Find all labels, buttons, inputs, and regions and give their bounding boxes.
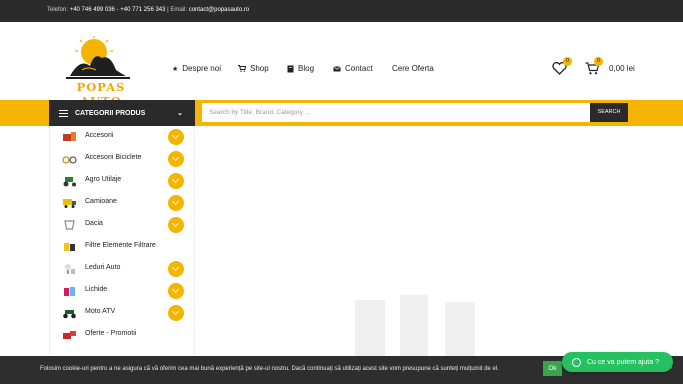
- hamburger-icon: [59, 109, 68, 117]
- cart-button[interactable]: 0: [585, 57, 603, 80]
- dacia-logo-thumbnail-icon: [64, 220, 75, 230]
- wishlist-button[interactable]: 0: [552, 57, 572, 80]
- email-label: | Email:: [165, 7, 188, 13]
- nav-label: Shop: [250, 64, 269, 73]
- header: POPAS AUTO ★ Despre noi Shop Blog Contac…: [0, 22, 683, 108]
- fluids-thumbnail-icon: [64, 287, 75, 296]
- category-item-camioane[interactable]: Camioane: [50, 192, 196, 214]
- categories-toggle-label: CATEGORII PRODUS: [75, 109, 146, 117]
- nav-blog[interactable]: Blog: [287, 64, 314, 73]
- filter-thumbnail-icon: [64, 243, 75, 251]
- whatsapp-label: Cu ce va putem ajuta ?: [587, 358, 659, 366]
- category-item-moto-atv[interactable]: Moto ATV: [50, 302, 196, 324]
- category-label: Dacia: [85, 220, 103, 227]
- category-label: Lichide: [85, 286, 108, 293]
- led-bulb-thumbnail-icon: [65, 264, 75, 274]
- category-label: Agro Utilaje: [85, 176, 122, 183]
- star-icon: ★: [172, 65, 179, 73]
- phone-number-1[interactable]: +40 746 499 036: [70, 7, 115, 13]
- nav-contact[interactable]: Contact: [333, 64, 373, 73]
- category-label: Accesorii Biciclete: [85, 154, 142, 161]
- expand-chevron-icon[interactable]: [168, 195, 184, 211]
- expand-chevron-icon[interactable]: [168, 305, 184, 321]
- cart-count-badge: 0: [594, 57, 603, 66]
- contact-info: Telefon: +40 746 499 036 - +40 771 256 3…: [47, 7, 249, 13]
- nav-shop[interactable]: Shop: [238, 64, 269, 73]
- truck-thumbnail-icon: [63, 199, 76, 208]
- search-input[interactable]: [202, 103, 590, 122]
- category-label: Accesorii: [85, 132, 114, 139]
- category-sidebar: Accesorii Accesorii Biciclete Agro Utila…: [49, 126, 195, 356]
- cookie-accept-button[interactable]: Ok: [543, 361, 562, 376]
- expand-chevron-icon[interactable]: [168, 283, 184, 299]
- expand-chevron-icon[interactable]: [168, 173, 184, 189]
- category-label: Moto ATV: [85, 308, 116, 315]
- expand-chevron-icon[interactable]: [168, 261, 184, 277]
- category-item-accesorii-biciclete[interactable]: Accesorii Biciclete: [50, 148, 196, 170]
- category-item-dacia[interactable]: Dacia: [50, 214, 196, 236]
- chevron-down-icon: ⌄: [177, 110, 183, 117]
- cart-icon: [238, 65, 246, 72]
- nav-label: Blog: [298, 64, 315, 73]
- logo[interactable]: POPAS AUTO: [50, 36, 148, 108]
- category-item-agro-utilaje[interactable]: Agro Utilaje: [50, 170, 196, 192]
- atv-thumbnail-icon: [63, 310, 76, 319]
- category-item-leduri-auto[interactable]: Leduri Auto: [50, 258, 196, 280]
- category-item-accesorii[interactable]: Accesorii: [50, 126, 196, 148]
- category-label: Leduri Auto: [85, 264, 121, 271]
- category-item-lichide[interactable]: Lichide: [50, 280, 196, 302]
- nav-label: Despre noi: [182, 64, 221, 73]
- logo-emblem: [66, 36, 130, 79]
- category-item-filtre[interactable]: Filtre Elemente Filtrare: [50, 236, 196, 258]
- category-label: Oferte - Promotii: [85, 330, 137, 337]
- book-icon: [287, 65, 294, 72]
- promo-thumbnail-icon: [63, 331, 76, 339]
- top-bar: Telefon: +40 746 499 036 - +40 771 256 3…: [0, 0, 683, 22]
- phone-label: Telefon:: [47, 7, 69, 13]
- nav-cere-oferta[interactable]: Cere Oferta: [392, 64, 434, 73]
- phone-number-2[interactable]: +40 771 256 343: [120, 7, 165, 13]
- tractor-thumbnail-icon: [63, 177, 76, 187]
- whatsapp-chat-button[interactable]: Cu ce va putem ajuta ?: [562, 352, 673, 372]
- expand-chevron-icon[interactable]: [168, 129, 184, 145]
- category-item-oferte-promotii[interactable]: Oferte - Promotii: [50, 324, 196, 346]
- whatsapp-icon: [572, 357, 581, 367]
- envelope-icon: [333, 65, 341, 71]
- bicycle-accessories-thumbnail-icon: [62, 156, 77, 164]
- accessories-thumbnail-icon: [63, 132, 76, 141]
- search-button[interactable]: SEARCH: [590, 103, 628, 122]
- nav-label: Contact: [345, 64, 373, 73]
- expand-chevron-icon[interactable]: [168, 151, 184, 167]
- cart-total[interactable]: 0,00 lei: [609, 64, 635, 73]
- category-label: Filtre Elemente Filtrare: [85, 242, 156, 249]
- category-label: Camioane: [85, 198, 117, 205]
- cookie-message: Folosim cookie-uri pentru a ne asigura c…: [40, 366, 499, 372]
- hero-background-graphic: [355, 295, 475, 360]
- email-link[interactable]: contact@popasauto.ro: [189, 7, 249, 13]
- nav-despre-noi[interactable]: ★ Despre noi: [172, 64, 221, 73]
- expand-chevron-icon[interactable]: [168, 217, 184, 233]
- categories-toggle[interactable]: CATEGORII PRODUS ⌄: [49, 100, 195, 126]
- nav-label: Cere Oferta: [392, 64, 434, 73]
- wishlist-count-badge: 0: [563, 57, 572, 66]
